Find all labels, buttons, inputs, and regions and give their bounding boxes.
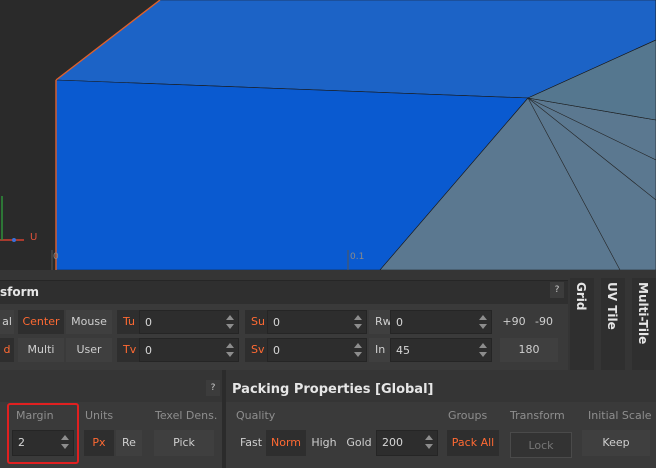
sv-field[interactable]: 0 [267,338,367,362]
uv-viewport[interactable]: U 0 0.1 [0,0,656,270]
gold-spinner-icon[interactable] [425,433,433,451]
rotate-minus90-button[interactable]: -90 [530,310,558,334]
transform-header: sform [0,280,568,304]
lock-button[interactable]: Lock [510,432,572,458]
quality-label: Quality [236,409,276,422]
in-field[interactable]: 45 [390,338,492,362]
mode-button-fragment[interactable]: d [0,338,14,362]
packing-properties-panel: Packing Properties [Global] Quality Fast… [226,370,656,468]
transform-panel: sform ? al Center Mouse Tu 0 Su 0 Rw 0 +… [0,270,656,370]
user-button[interactable]: User [66,338,112,362]
initial-scale-label: Initial Scale [588,409,652,422]
rotate-180-button[interactable]: 180 [500,338,558,362]
sv-spinner-icon[interactable] [354,341,362,359]
margin-highlight [7,403,79,464]
units-px-button[interactable]: Px [84,430,114,456]
transform-label: Transform [510,409,565,422]
center-button[interactable]: Center [18,310,64,334]
groups-label: Groups [448,409,488,422]
tab-multi-tile-label: Multi-Tile [636,282,650,345]
texel-density-label: Texel Dens. [155,409,218,422]
uv-mesh [0,0,656,270]
mouse-button[interactable]: Mouse [66,310,112,334]
gold-value: 200 [382,436,403,449]
in-label: In [369,338,392,362]
tab-grid-label: Grid [574,282,588,311]
rw-spinner-icon[interactable] [479,313,487,331]
align-button-fragment[interactable]: al [0,310,14,334]
gold-value-field[interactable]: 200 [376,430,438,456]
su-value: 0 [273,316,280,329]
margin-help-button[interactable]: ? [206,380,220,396]
units-re-button[interactable]: Re [116,430,142,456]
quality-high-button[interactable]: High [308,430,340,456]
transform-title: sform [0,285,40,299]
tv-field[interactable]: 0 [139,338,239,362]
quality-norm-button[interactable]: Norm [266,430,306,456]
tick-label-0: 0 [53,252,59,262]
tab-multi-tile[interactable]: Multi-Tile [632,278,656,370]
texel-pick-button[interactable]: Pick [154,430,214,456]
tab-grid[interactable]: Grid [570,278,594,370]
tv-value: 0 [145,344,152,357]
tv-spinner-icon[interactable] [226,341,234,359]
tu-spinner-icon[interactable] [226,313,234,331]
axis-u-label: U [30,232,38,243]
packing-title: Packing Properties [Global] [232,382,434,397]
transform-help-button[interactable]: ? [550,282,564,298]
tick-label-0-1: 0.1 [350,252,365,262]
tu-label: Tu [117,310,142,334]
pack-all-button[interactable]: Pack All [447,430,499,456]
quality-gold-button[interactable]: Gold [342,430,376,456]
tab-uv-tile[interactable]: UV Tile [601,278,625,370]
su-field[interactable]: 0 [267,310,367,334]
bottom-panels: ? Margin 2 Units Px Re Texel Dens. Pick … [0,370,656,468]
rw-field[interactable]: 0 [390,310,492,334]
in-value: 45 [396,344,410,357]
tu-value: 0 [145,316,152,329]
keep-button[interactable]: Keep [582,430,650,456]
units-label: Units [85,409,114,422]
multi-button[interactable]: Multi [18,338,64,362]
sv-value: 0 [273,344,280,357]
rotate-plus90-button[interactable]: +90 [500,310,528,334]
rw-value: 0 [396,316,403,329]
quality-fast-button[interactable]: Fast [236,430,266,456]
tu-field[interactable]: 0 [139,310,239,334]
su-spinner-icon[interactable] [354,313,362,331]
tab-uv-tile-label: UV Tile [605,282,619,330]
in-spinner-icon[interactable] [479,341,487,359]
margin-units-panel: ? Margin 2 Units Px Re Texel Dens. Pick [0,370,222,468]
